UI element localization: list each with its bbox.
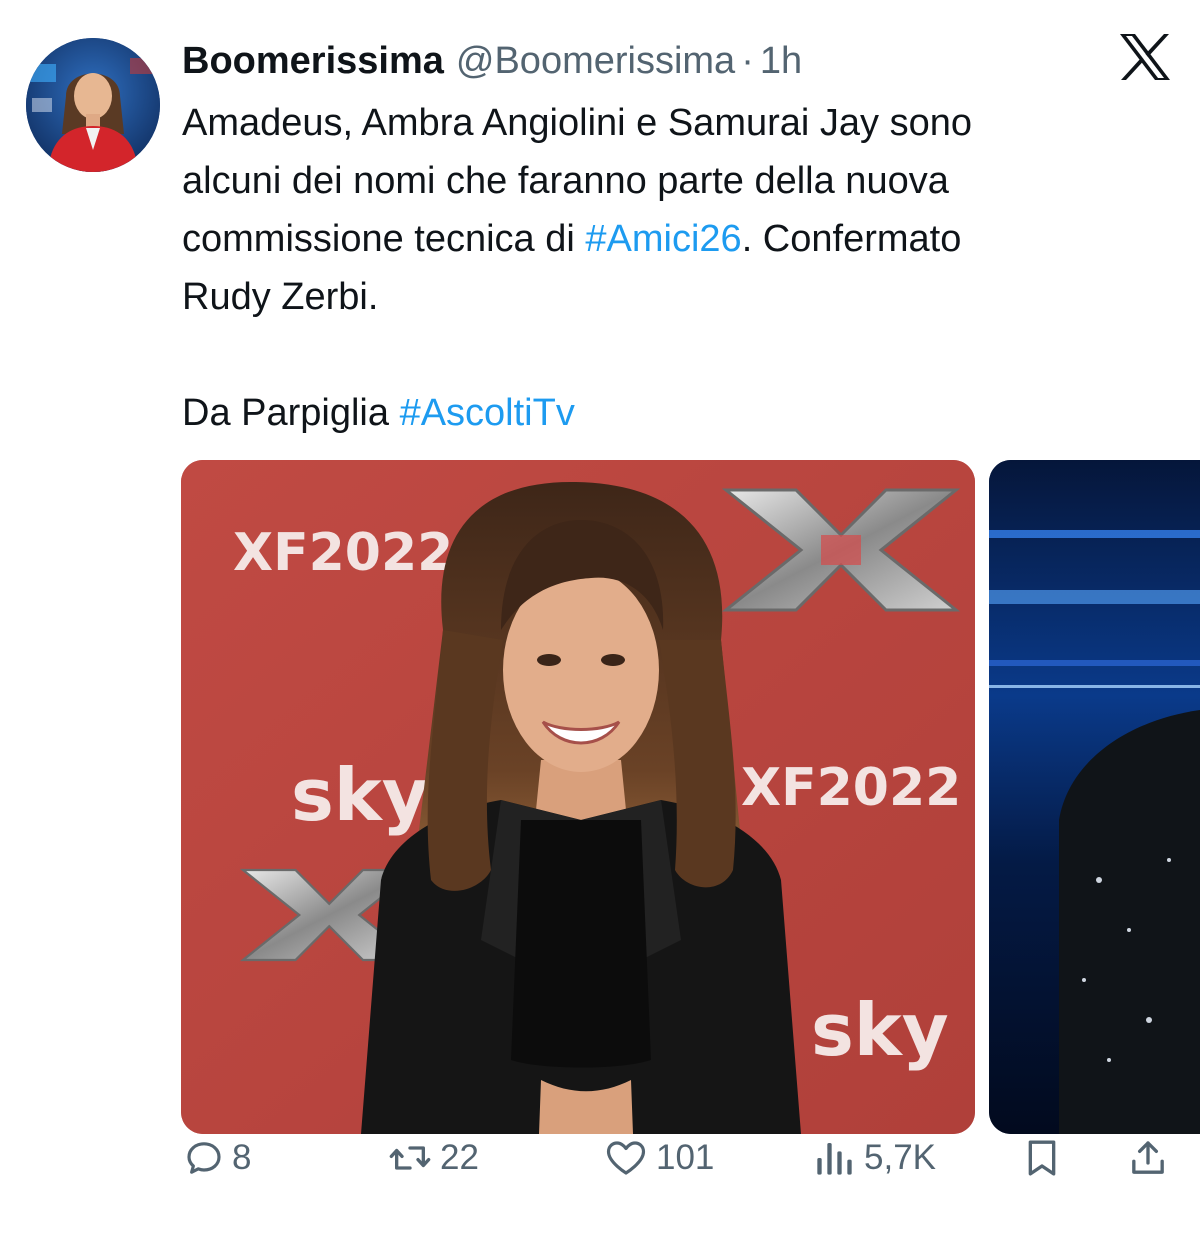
- heart-icon: [606, 1141, 646, 1175]
- tweet-line: alcuni dei nomi che faranno parte della …: [182, 160, 949, 202]
- tweet-action-bar: 8 22 101 5,7K: [0, 1130, 1200, 1186]
- repost-button[interactable]: 22: [388, 1130, 479, 1186]
- bookmark-button[interactable]: [1022, 1130, 1062, 1186]
- like-button[interactable]: 101: [604, 1130, 714, 1186]
- share-icon: [1132, 1141, 1164, 1174]
- repost-count: 22: [440, 1138, 479, 1177]
- media-photo-1[interactable]: XF2022 sky XF2022 sky: [181, 460, 975, 1134]
- tweet-text-segment: Da Parpiglia: [182, 392, 400, 434]
- reply-button[interactable]: 8: [184, 1130, 251, 1186]
- tweet-line: commissione tecnica di #Amici26. Conferm…: [182, 210, 1172, 268]
- tweet-text: Amadeus, Ambra Angiolini e Samurai Jay s…: [182, 94, 1172, 442]
- hashtag-link-ascoltitv[interactable]: #AscoltiTv: [400, 392, 575, 434]
- header-separator: ·: [741, 40, 754, 82]
- backdrop-text: XF2022: [741, 758, 961, 818]
- display-name[interactable]: Boomerissima: [182, 36, 444, 86]
- repost-icon: [389, 1146, 431, 1170]
- media-photo-2[interactable]: [989, 460, 1200, 1134]
- tweet-line: Rudy Zerbi.: [182, 276, 379, 318]
- timestamp[interactable]: 1h: [760, 36, 802, 86]
- tweet-card: Boomerissima @Boomerissima · 1h Amadeus,…: [0, 0, 1200, 1244]
- tweet-text-segment: . Confermato: [741, 218, 962, 260]
- tweet-header: Boomerissima @Boomerissima · 1h: [182, 36, 802, 86]
- tweet-text-segment: commissione tecnica di: [182, 218, 586, 260]
- backdrop-text: sky: [811, 988, 949, 1072]
- x-logo-icon: [1118, 32, 1172, 82]
- views-icon: [817, 1143, 852, 1175]
- tweet-line: Da Parpiglia #AscoltiTv: [182, 384, 1172, 442]
- reply-icon: [187, 1142, 221, 1174]
- hashtag-link-amici26[interactable]: #Amici26: [585, 218, 741, 260]
- share-button[interactable]: [1128, 1130, 1168, 1186]
- reply-count: 8: [232, 1138, 252, 1177]
- avatar[interactable]: [26, 38, 160, 172]
- views-count: 5,7K: [864, 1138, 936, 1177]
- tweet-line: Amadeus, Ambra Angiolini e Samurai Jay s…: [182, 102, 972, 144]
- bookmark-icon: [1028, 1140, 1056, 1176]
- backdrop-text: XF2022: [233, 523, 453, 583]
- like-count: 101: [656, 1138, 715, 1177]
- backdrop-text: sky: [291, 753, 429, 837]
- user-handle[interactable]: @Boomerissima: [456, 36, 735, 86]
- views-button[interactable]: 5,7K: [812, 1130, 936, 1186]
